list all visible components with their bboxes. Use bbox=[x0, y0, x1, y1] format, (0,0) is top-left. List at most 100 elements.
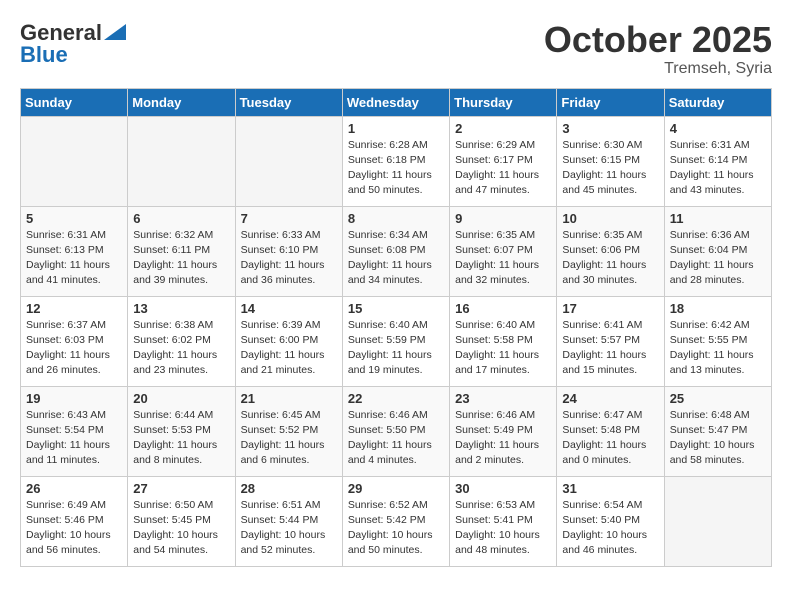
day-info: Sunrise: 6:39 AMSunset: 6:00 PMDaylight:… bbox=[241, 318, 337, 379]
day-number: 31 bbox=[562, 481, 658, 496]
day-info: Sunrise: 6:49 AMSunset: 5:46 PMDaylight:… bbox=[26, 498, 122, 559]
calendar-cell bbox=[235, 116, 342, 206]
calendar-cell: 20 Sunrise: 6:44 AMSunset: 5:53 PMDayligh… bbox=[128, 386, 235, 476]
day-info: Sunrise: 6:28 AMSunset: 6:18 PMDaylight:… bbox=[348, 138, 444, 199]
day-info: Sunrise: 6:40 AMSunset: 5:59 PMDaylight:… bbox=[348, 318, 444, 379]
day-info: Sunrise: 6:30 AMSunset: 6:15 PMDaylight:… bbox=[562, 138, 658, 199]
day-number: 8 bbox=[348, 211, 444, 226]
calendar-cell bbox=[128, 116, 235, 206]
day-number: 6 bbox=[133, 211, 229, 226]
weekday-header-row: SundayMondayTuesdayWednesdayThursdayFrid… bbox=[21, 88, 772, 116]
day-info: Sunrise: 6:35 AMSunset: 6:07 PMDaylight:… bbox=[455, 228, 551, 289]
day-info: Sunrise: 6:51 AMSunset: 5:44 PMDaylight:… bbox=[241, 498, 337, 559]
day-number: 26 bbox=[26, 481, 122, 496]
calendar-cell: 10 Sunrise: 6:35 AMSunset: 6:06 PMDayligh… bbox=[557, 206, 664, 296]
logo-icon bbox=[104, 24, 126, 40]
day-number: 3 bbox=[562, 121, 658, 136]
day-info: Sunrise: 6:46 AMSunset: 5:49 PMDaylight:… bbox=[455, 408, 551, 469]
calendar-cell: 8 Sunrise: 6:34 AMSunset: 6:08 PMDaylight… bbox=[342, 206, 449, 296]
day-number: 2 bbox=[455, 121, 551, 136]
day-info: Sunrise: 6:52 AMSunset: 5:42 PMDaylight:… bbox=[348, 498, 444, 559]
day-info: Sunrise: 6:50 AMSunset: 5:45 PMDaylight:… bbox=[133, 498, 229, 559]
calendar-cell: 14 Sunrise: 6:39 AMSunset: 6:00 PMDayligh… bbox=[235, 296, 342, 386]
calendar-table: SundayMondayTuesdayWednesdayThursdayFrid… bbox=[20, 88, 772, 567]
calendar-cell: 9 Sunrise: 6:35 AMSunset: 6:07 PMDaylight… bbox=[450, 206, 557, 296]
day-info: Sunrise: 6:45 AMSunset: 5:52 PMDaylight:… bbox=[241, 408, 337, 469]
calendar-cell: 5Sunrise: 6:31 AMSunset: 6:13 PMDaylight… bbox=[21, 206, 128, 296]
day-info: Sunrise: 6:42 AMSunset: 5:55 PMDaylight:… bbox=[670, 318, 766, 379]
day-number: 9 bbox=[455, 211, 551, 226]
day-info: Sunrise: 6:44 AMSunset: 5:53 PMDaylight:… bbox=[133, 408, 229, 469]
calendar-cell: 22Sunrise: 6:46 AMSunset: 5:50 PMDayligh… bbox=[342, 386, 449, 476]
calendar-cell: 16 Sunrise: 6:40 AMSunset: 5:58 PMDayligh… bbox=[450, 296, 557, 386]
weekday-header-friday: Friday bbox=[557, 88, 664, 116]
calendar-week-row: 1 Sunrise: 6:28 AMSunset: 6:18 PMDaylight… bbox=[21, 116, 772, 206]
calendar-cell: 4Sunrise: 6:31 AMSunset: 6:14 PMDaylight… bbox=[664, 116, 771, 206]
day-info: Sunrise: 6:41 AMSunset: 5:57 PMDaylight:… bbox=[562, 318, 658, 379]
day-number: 30 bbox=[455, 481, 551, 496]
weekday-header-wednesday: Wednesday bbox=[342, 88, 449, 116]
day-number: 20 bbox=[133, 391, 229, 406]
day-info: Sunrise: 6:34 AMSunset: 6:08 PMDaylight:… bbox=[348, 228, 444, 289]
day-info: Sunrise: 6:36 AMSunset: 6:04 PMDaylight:… bbox=[670, 228, 766, 289]
day-number: 14 bbox=[241, 301, 337, 316]
calendar-week-row: 26 Sunrise: 6:49 AMSunset: 5:46 PMDayligh… bbox=[21, 476, 772, 566]
calendar-cell: 6 Sunrise: 6:32 AMSunset: 6:11 PMDaylight… bbox=[128, 206, 235, 296]
calendar-week-row: 19Sunrise: 6:43 AMSunset: 5:54 PMDayligh… bbox=[21, 386, 772, 476]
day-number: 18 bbox=[670, 301, 766, 316]
day-number: 12 bbox=[26, 301, 122, 316]
calendar-cell: 21 Sunrise: 6:45 AMSunset: 5:52 PMDayligh… bbox=[235, 386, 342, 476]
day-info: Sunrise: 6:43 AMSunset: 5:54 PMDaylight:… bbox=[26, 408, 122, 469]
day-info: Sunrise: 6:29 AMSunset: 6:17 PMDaylight:… bbox=[455, 138, 551, 199]
day-number: 16 bbox=[455, 301, 551, 316]
day-info: Sunrise: 6:38 AMSunset: 6:02 PMDaylight:… bbox=[133, 318, 229, 379]
calendar-cell: 28Sunrise: 6:51 AMSunset: 5:44 PMDayligh… bbox=[235, 476, 342, 566]
day-info: Sunrise: 6:37 AMSunset: 6:03 PMDaylight:… bbox=[26, 318, 122, 379]
day-info: Sunrise: 6:32 AMSunset: 6:11 PMDaylight:… bbox=[133, 228, 229, 289]
calendar-week-row: 5Sunrise: 6:31 AMSunset: 6:13 PMDaylight… bbox=[21, 206, 772, 296]
calendar-cell: 29 Sunrise: 6:52 AMSunset: 5:42 PMDayligh… bbox=[342, 476, 449, 566]
weekday-header-sunday: Sunday bbox=[21, 88, 128, 116]
calendar-cell: 26 Sunrise: 6:49 AMSunset: 5:46 PMDayligh… bbox=[21, 476, 128, 566]
calendar-cell: 17 Sunrise: 6:41 AMSunset: 5:57 PMDayligh… bbox=[557, 296, 664, 386]
day-number: 10 bbox=[562, 211, 658, 226]
page-header: General Blue October 2025 Tremseh, Syria bbox=[20, 20, 772, 78]
day-number: 25 bbox=[670, 391, 766, 406]
month-title: October 2025 bbox=[544, 20, 772, 60]
day-number: 24 bbox=[562, 391, 658, 406]
calendar-cell: 1 Sunrise: 6:28 AMSunset: 6:18 PMDaylight… bbox=[342, 116, 449, 206]
location: Tremseh, Syria bbox=[544, 60, 772, 78]
day-info: Sunrise: 6:48 AMSunset: 5:47 PMDaylight:… bbox=[670, 408, 766, 469]
day-info: Sunrise: 6:33 AMSunset: 6:10 PMDaylight:… bbox=[241, 228, 337, 289]
weekday-header-saturday: Saturday bbox=[664, 88, 771, 116]
day-number: 29 bbox=[348, 481, 444, 496]
calendar-cell: 7 Sunrise: 6:33 AMSunset: 6:10 PMDaylight… bbox=[235, 206, 342, 296]
day-info: Sunrise: 6:40 AMSunset: 5:58 PMDaylight:… bbox=[455, 318, 551, 379]
day-info: Sunrise: 6:35 AMSunset: 6:06 PMDaylight:… bbox=[562, 228, 658, 289]
day-info: Sunrise: 6:31 AMSunset: 6:13 PMDaylight:… bbox=[26, 228, 122, 289]
calendar-cell: 18 Sunrise: 6:42 AMSunset: 5:55 PMDayligh… bbox=[664, 296, 771, 386]
day-number: 21 bbox=[241, 391, 337, 406]
calendar-cell: 13 Sunrise: 6:38 AMSunset: 6:02 PMDayligh… bbox=[128, 296, 235, 386]
calendar-cell bbox=[21, 116, 128, 206]
day-number: 23 bbox=[455, 391, 551, 406]
day-number: 13 bbox=[133, 301, 229, 316]
calendar-cell: 23 Sunrise: 6:46 AMSunset: 5:49 PMDayligh… bbox=[450, 386, 557, 476]
day-info: Sunrise: 6:46 AMSunset: 5:50 PMDaylight:… bbox=[348, 408, 444, 469]
day-number: 1 bbox=[348, 121, 444, 136]
day-number: 17 bbox=[562, 301, 658, 316]
day-info: Sunrise: 6:47 AMSunset: 5:48 PMDaylight:… bbox=[562, 408, 658, 469]
calendar-cell: 31 Sunrise: 6:54 AMSunset: 5:40 PMDayligh… bbox=[557, 476, 664, 566]
day-info: Sunrise: 6:54 AMSunset: 5:40 PMDaylight:… bbox=[562, 498, 658, 559]
calendar-cell bbox=[664, 476, 771, 566]
calendar-cell: 2 Sunrise: 6:29 AMSunset: 6:17 PMDaylight… bbox=[450, 116, 557, 206]
calendar-cell: 19Sunrise: 6:43 AMSunset: 5:54 PMDayligh… bbox=[21, 386, 128, 476]
weekday-header-monday: Monday bbox=[128, 88, 235, 116]
day-number: 11 bbox=[670, 211, 766, 226]
day-number: 4 bbox=[670, 121, 766, 136]
day-info: Sunrise: 6:53 AMSunset: 5:41 PMDaylight:… bbox=[455, 498, 551, 559]
logo: General Blue bbox=[20, 20, 126, 68]
day-number: 7 bbox=[241, 211, 337, 226]
weekday-header-thursday: Thursday bbox=[450, 88, 557, 116]
calendar-cell: 11 Sunrise: 6:36 AMSunset: 6:04 PMDayligh… bbox=[664, 206, 771, 296]
